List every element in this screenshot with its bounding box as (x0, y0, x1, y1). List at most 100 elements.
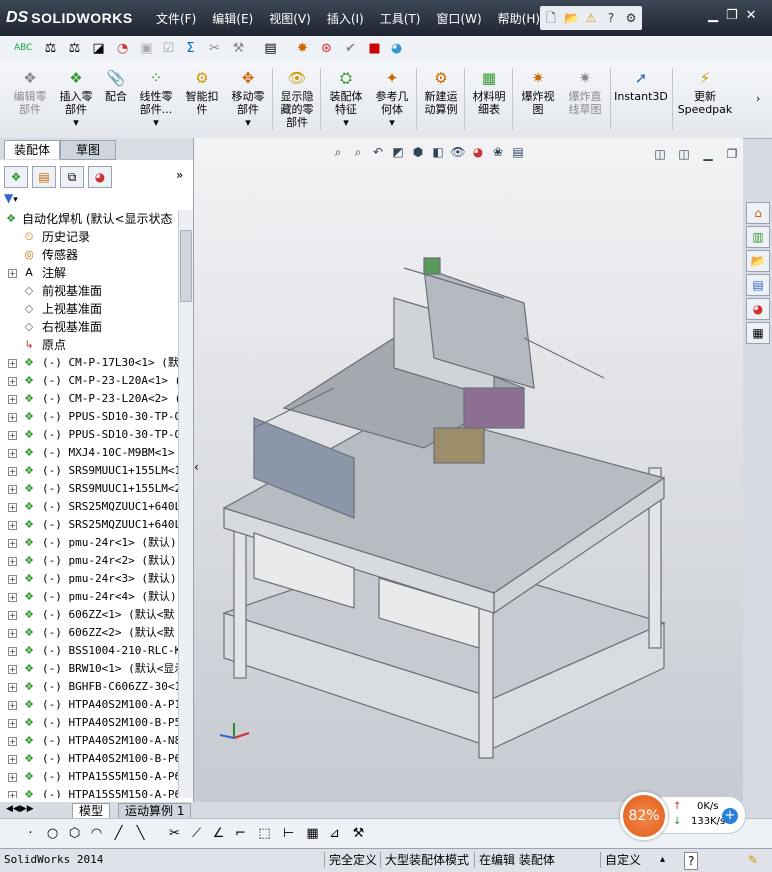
expand-toggle-icon[interactable]: + (8, 521, 17, 530)
expand-toggle-icon[interactable]: + (8, 683, 17, 692)
corner-icon[interactable]: ⌐ (232, 825, 249, 842)
tile-view-icon[interactable]: ◫ (676, 146, 692, 162)
view-palette-icon[interactable]: ▤ (746, 274, 770, 296)
display-style-icon[interactable]: ◧ (430, 144, 446, 160)
tab-model[interactable]: 模型 (72, 803, 111, 819)
boost-plus-icon[interactable]: + (722, 808, 738, 824)
edit-component-button[interactable]: ❖ 编辑零 部件 (8, 68, 52, 116)
validate-icon[interactable]: ✔ (342, 40, 359, 57)
check-box-icon[interactable]: ☑ (160, 40, 177, 57)
minimize-icon[interactable]: ▁ (708, 8, 718, 23)
mass-properties-icon[interactable]: ⚖ (66, 40, 83, 57)
tab-scroll-icons[interactable]: ◀◀▶▶ (6, 804, 34, 814)
display-manager-icon[interactable]: ◕ (88, 166, 112, 188)
status-pin-icon[interactable]: ✎ (748, 852, 758, 868)
expand-toggle-icon[interactable]: + (8, 539, 17, 548)
apply-scene-icon[interactable]: ❀ (490, 144, 506, 160)
assembly-xpert-icon[interactable]: ✸ (294, 40, 311, 57)
tree-scrollbar-thumb[interactable] (180, 230, 192, 302)
assembly-features-button[interactable]: ⛭ 装配体 特征 ▾ (324, 68, 368, 129)
configuration-manager-icon[interactable]: ⧉ (60, 166, 84, 188)
panel-collapse-icon[interactable]: ‹ (194, 460, 199, 474)
linear-pattern-dropdown[interactable]: ▾ (153, 116, 159, 129)
restore-icon[interactable]: ❐ (726, 8, 738, 23)
tab-motion-study[interactable]: 运动算例 1 (118, 803, 192, 819)
expand-toggle-icon[interactable]: + (8, 269, 17, 278)
dimension-icon[interactable]: ⊢ (280, 825, 297, 842)
arc-icon[interactable]: ◠ (88, 825, 105, 842)
menu-window[interactable]: 窗口(W) (428, 8, 489, 29)
viewport-restore-icon[interactable]: ❐ (724, 146, 740, 162)
design-library-icon[interactable]: ▥ (746, 226, 770, 248)
help-icon[interactable]: ? (604, 11, 618, 25)
menu-tools[interactable]: 工具(T) (372, 8, 429, 29)
tree-filter[interactable]: ▼▾ (4, 191, 188, 205)
tool-icon[interactable]: ⚒ (350, 825, 367, 842)
reference-geometry-button[interactable]: ✦ 参考几 何体 ▾ (370, 68, 414, 129)
angle-icon[interactable]: ∠ (210, 825, 227, 842)
expand-toggle-icon[interactable]: + (8, 701, 17, 710)
interference-icon[interactable]: ✂ (206, 40, 223, 57)
expand-toggle-icon[interactable]: + (8, 647, 17, 656)
expand-toggle-icon[interactable]: + (8, 737, 17, 746)
dimxpert-icon[interactable]: ⊛ (318, 40, 335, 57)
instant3d-button[interactable]: ➚ Instant3D (612, 68, 670, 103)
expand-toggle-icon[interactable]: + (8, 485, 17, 494)
options-gear-icon[interactable]: ⚙ (624, 11, 638, 25)
point-icon[interactable]: · (22, 825, 39, 842)
expand-toggle-icon[interactable]: + (8, 431, 17, 440)
expand-toggle-icon[interactable]: + (8, 377, 17, 386)
speed-percent-circle[interactable]: 82% (620, 792, 668, 840)
graphics-area[interactable] (194, 138, 743, 802)
view-settings-icon[interactable]: ▤ (510, 144, 526, 160)
equations-sigma-icon[interactable]: Σ (182, 40, 199, 57)
trim-icon[interactable]: ✂ (166, 825, 183, 842)
expand-toggle-icon[interactable]: + (8, 629, 17, 638)
spell-check-icon[interactable]: ABC (14, 40, 32, 57)
mate-button[interactable]: 📎 配合 (100, 68, 132, 103)
new-motion-study-button[interactable]: ⚙ 新建运 动算例 (420, 68, 462, 116)
units-dropdown-icon[interactable]: ▴ (660, 852, 665, 868)
tab-assembly[interactable]: 装配体 (4, 140, 60, 159)
menu-edit[interactable]: 编辑(E) (204, 8, 261, 29)
expand-toggle-icon[interactable]: + (8, 755, 17, 764)
expand-toggle-icon[interactable]: + (8, 467, 17, 476)
move-component-button[interactable]: ✥ 移动零 部件 ▾ (226, 68, 270, 129)
expand-toggle-icon[interactable]: + (8, 449, 17, 458)
measure-icon[interactable]: ⚖ (42, 40, 59, 57)
show-hidden-components-button[interactable]: 👁 显示隐 藏的零 部件 (276, 68, 318, 129)
polygon-icon[interactable]: ⬡ (66, 825, 83, 842)
move-component-dropdown[interactable]: ▾ (245, 116, 251, 129)
hide-show-items-icon[interactable]: 👁 (450, 144, 466, 160)
zoom-to-area-icon[interactable]: ⌕ (350, 144, 366, 160)
close-icon[interactable]: ✕ (746, 8, 757, 23)
relations-icon[interactable]: ⊿ (326, 825, 343, 842)
insert-component-button[interactable]: ❖ 插入零 部件 ▾ (54, 68, 98, 129)
expand-toggle-icon[interactable]: + (8, 575, 17, 584)
section-view-icon[interactable]: ◩ (390, 144, 406, 160)
check-icon[interactable]: ▣ (138, 40, 155, 57)
linear-pattern-button[interactable]: ⁘ 线性零 部件... ▾ (134, 68, 178, 129)
feature-manager-tree-icon[interactable]: ❖ (4, 166, 28, 188)
expand-toggle-icon[interactable]: + (8, 719, 17, 728)
solidworks-resources-icon[interactable]: ⌂ (746, 202, 770, 224)
material-icon[interactable]: ■ (366, 40, 383, 57)
new-document-icon[interactable]: 🗋 (544, 11, 558, 25)
expand-toggle-icon[interactable]: + (8, 665, 17, 674)
panel-expand-icon[interactable]: » (176, 168, 183, 182)
custom-properties-icon[interactable]: ▦ (746, 322, 770, 344)
expand-toggle-icon[interactable]: + (8, 593, 17, 602)
bill-of-materials-button[interactable]: ▦ 材料明 细表 (468, 68, 510, 116)
network-speed-widget[interactable]: ↑ 0K/s ↓ 133K/s 82% + (620, 792, 746, 840)
assembly-features-dropdown[interactable]: ▾ (343, 116, 349, 129)
menu-file[interactable]: 文件(F) (148, 8, 204, 29)
menu-insert[interactable]: 插入(I) (319, 8, 372, 29)
reference-geometry-dropdown[interactable]: ▾ (389, 116, 395, 129)
quick-tips-help-icon[interactable]: ? (684, 852, 699, 870)
update-speedpak-button[interactable]: ⚡ 更新 Speedpak (676, 68, 734, 116)
expand-toggle-icon[interactable]: + (8, 503, 17, 512)
status-units-custom[interactable]: 自定义 (600, 852, 641, 868)
grid-icon[interactable]: ▦ (304, 825, 321, 842)
explode-line-sketch-button[interactable]: ✷ 爆炸直 线草图 (562, 68, 608, 116)
solidworks-logo[interactable]: DS SOLIDWORKS (6, 6, 133, 30)
